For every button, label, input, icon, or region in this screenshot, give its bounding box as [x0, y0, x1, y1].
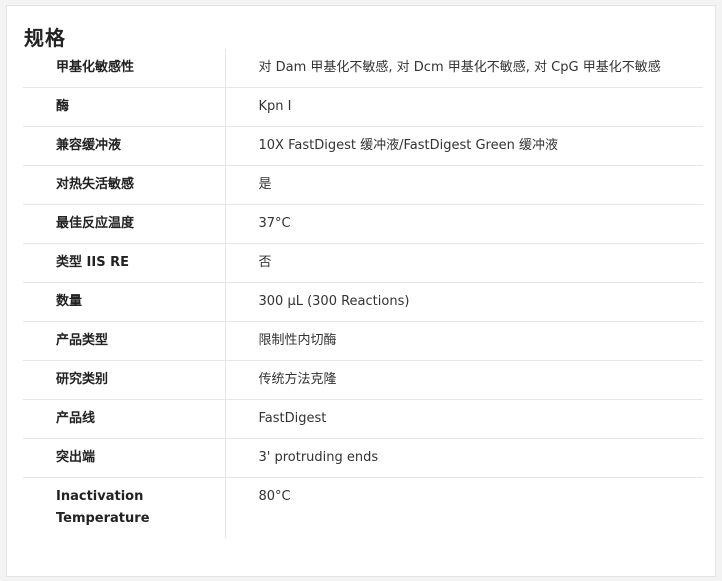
spec-value: 否: [225, 243, 703, 283]
spec-key: 兼容缓冲液: [23, 126, 226, 166]
spec-row-product-type: 产品类型 限制性内切酶: [23, 321, 703, 361]
spec-key: Inactivation Temperature: [23, 477, 226, 538]
spec-value: 300 µL (300 Reactions): [225, 282, 703, 322]
spec-row-research-category: 研究类别 传统方法克隆: [23, 360, 703, 400]
spec-key: 产品类型: [23, 321, 226, 361]
spec-key: 对热失活敏感: [23, 165, 226, 205]
spec-row-product-line: 产品线 FastDigest: [23, 399, 703, 439]
spec-value: 传统方法克隆: [225, 360, 703, 400]
spec-row-overhang: 突出端 3' protruding ends: [23, 438, 703, 478]
spec-value: 对 Dam 甲基化不敏感, 对 Dcm 甲基化不敏感, 对 CpG 甲基化不敏感: [225, 49, 703, 88]
spec-value: 是: [225, 165, 703, 205]
spec-key: 甲基化敏感性: [23, 49, 226, 88]
section-title: 规格: [24, 26, 66, 50]
spec-value: Kpn I: [225, 87, 703, 127]
spec-row-compatible-buffer: 兼容缓冲液 10X FastDigest 缓冲液/FastDigest Gree…: [23, 126, 703, 166]
spec-key: 研究类别: [23, 360, 226, 400]
specifications-table: 甲基化敏感性 对 Dam 甲基化不敏感, 对 Dcm 甲基化不敏感, 对 CpG…: [23, 49, 703, 538]
spec-key: 类型 IIS RE: [23, 243, 226, 283]
spec-row-methylation-sensitivity: 甲基化敏感性 对 Dam 甲基化不敏感, 对 Dcm 甲基化不敏感, 对 CpG…: [23, 49, 703, 88]
spec-key: 突出端: [23, 438, 226, 478]
spec-key: 酶: [23, 87, 226, 127]
spec-row-inactivation-temperature: Inactivation Temperature 80°C: [23, 477, 703, 538]
specifications-card: 规格 甲基化敏感性 对 Dam 甲基化不敏感, 对 Dcm 甲基化不敏感, 对 …: [6, 5, 716, 577]
spec-key: 数量: [23, 282, 226, 322]
spec-row-enzyme: 酶 Kpn I: [23, 87, 703, 127]
spec-row-type-iis-re: 类型 IIS RE 否: [23, 243, 703, 283]
spec-row-quantity: 数量 300 µL (300 Reactions): [23, 282, 703, 322]
spec-value: 10X FastDigest 缓冲液/FastDigest Green 缓冲液: [225, 126, 703, 166]
spec-value: 37°C: [225, 204, 703, 244]
spec-key: 产品线: [23, 399, 226, 439]
spec-value: 限制性内切酶: [225, 321, 703, 361]
spec-value: 80°C: [258, 489, 291, 504]
spec-row-heat-inactivation: 对热失活敏感 是: [23, 165, 703, 205]
spec-key: 最佳反应温度: [23, 204, 226, 244]
spec-value: 3' protruding ends: [225, 438, 703, 478]
spec-row-optimal-temperature: 最佳反应温度 37°C: [23, 204, 703, 244]
spec-value: FastDigest: [225, 399, 703, 439]
